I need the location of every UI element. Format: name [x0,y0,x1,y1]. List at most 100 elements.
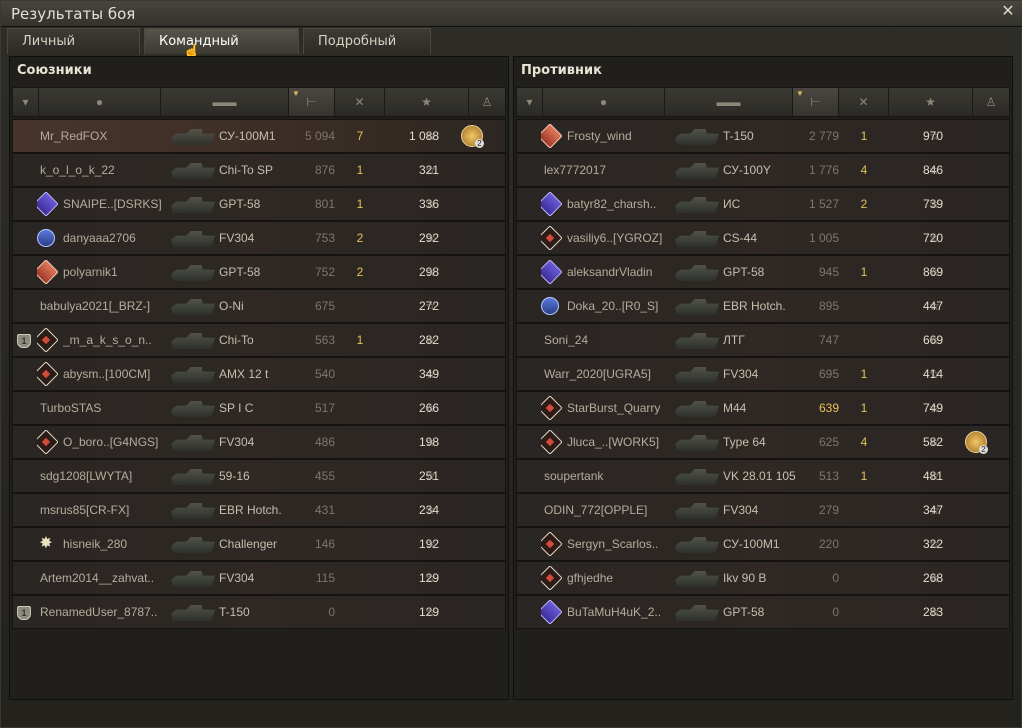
tank-icon [171,460,219,492]
star-icon: ☆ [425,299,436,313]
player-row[interactable]: msrus85[CR-FX] EBR Hotch. 431 234 ☆ [12,493,506,527]
player-row[interactable]: Doka_20..[R0_S] EBR Hotch. 895 447 ☆ [516,289,1010,323]
medal-cell [461,392,487,424]
kills-value [343,358,377,390]
medal-cell [965,290,991,322]
rank-icon [541,259,563,285]
star-icon: ☆ [929,571,940,585]
tank-icon [675,426,723,458]
kills-column-icon[interactable]: ✕ [335,88,385,116]
player-name: Warr_2020[UGRA5] [544,367,651,381]
player-row[interactable]: sdg1208[LWYTA] 59-16 455 251 ☆ [12,459,506,493]
score-column-icon[interactable]: ★ [385,88,469,116]
medal-cell [461,188,487,220]
tank-column-icon[interactable]: ▬▬ [665,88,793,116]
player-row[interactable]: 1 RenamedUser_8787.. T-150 0 129 ☆ [12,595,506,629]
star-icon: ☆ [425,503,436,517]
medal-icon[interactable] [965,431,988,454]
player-name: abysm..[100CM] [63,367,151,381]
tank-icon [675,358,723,390]
xp-column-icon[interactable]: ▼ ⊢ [793,88,839,116]
player-row[interactable]: lex7772017 СУ-100Y 1 776 4 846 ☆ [516,153,1010,187]
player-row[interactable]: TurboSTAS SP I C 517 266 ☆ [12,391,506,425]
player-row[interactable]: gfhjedhe Ikv 90 B 0 268 ☆ [516,561,1010,595]
platoon-cell [17,120,37,152]
rank-cell [541,528,563,560]
xp-value: 675 [314,299,335,313]
kills-column-icon[interactable]: ✕ [839,88,889,116]
xp-value: 115 [315,571,335,585]
player-row[interactable]: vasiliy6..[YGROZ] CS-44 1 005 720 ☆ [516,221,1010,255]
player-name: Doka_20..[R0_S] [567,299,659,313]
medal-cell [461,596,487,628]
allies-title: Союзники [17,63,92,78]
title-bar: Результаты боя ✕ [1,1,1022,27]
star-icon: ☆ [425,469,436,483]
battle-results-window: Результаты боя ✕ Личный результат Команд… [0,0,1022,728]
platoon-cell [521,426,541,458]
player-row[interactable]: BuTaMuH4uK_2.. GPT-58 0 283 ☆ [516,595,1010,629]
medal-cell [965,188,991,220]
rank-icon [37,191,59,217]
player-row[interactable]: Mr_RedFOX СУ-100М1 5 094 7 1 088 ☆ [12,119,506,153]
star-icon: ☆ [425,129,436,143]
player-row[interactable]: Frosty_wind T-150 2 779 1 970 ☆ [516,119,1010,153]
xp-value: 220 [818,537,839,551]
close-icon[interactable]: ✕ [999,3,1017,21]
player-row[interactable]: aleksandrVladin GPT-58 945 1 869 ☆ [516,255,1010,289]
xp-value: 752 [314,265,335,279]
tank-icon [675,528,723,560]
player-row[interactable]: 1 _m_a_k_s_o_n.. Chi-To 563 1 282 ☆ [12,323,506,357]
player-row[interactable]: soupertank VK 28.01 105 513 1 481 ☆ [516,459,1010,493]
player-row[interactable]: SNAIPE..[DSRKS] GPT-58 801 1 336 ☆ [12,187,506,221]
xp-column-icon[interactable]: ▼ ⊢ [289,88,335,116]
player-row[interactable]: danyaaa2706 FV304 753 2 292 ☆ [12,221,506,255]
medal-cell [965,562,991,594]
player-row[interactable]: Soni_24 ЛТГ 747 669 ☆ [516,323,1010,357]
platoon-column-icon[interactable]: ▾ [517,88,543,116]
player-row[interactable]: Warr_2020[UGRA5] FV304 695 1 414 ☆ [516,357,1010,391]
kills-value: 4 [860,163,868,177]
player-row[interactable]: ODIN_772[OPPLE] FV304 279 347 ☆ [516,493,1010,527]
player-row[interactable]: Artem2014__zahvat.. FV304 115 129 ☆ [12,561,506,595]
player-row[interactable]: ✸ hisneik_280 Challenger 146 192 ☆ [12,527,506,561]
player-row[interactable]: Jluca_..[WORK5] Type 64 625 4 582 ☆ [516,425,1010,459]
rank-icon [37,229,55,247]
kills-value [847,290,881,322]
score-column-icon[interactable]: ★ [889,88,973,116]
rank-icon [541,531,563,557]
player-name: soupertank [544,469,604,483]
tank-icon [171,290,219,322]
tab-personal-result[interactable]: Личный результат [7,28,140,75]
medal-column-icon[interactable]: ♙ [469,88,505,116]
player-row[interactable]: StarBurst_Quarry M44 639 1 749 ☆ [516,391,1010,425]
player-name: sdg1208[LWYTA] [40,469,133,483]
tab-detailed-report[interactable]: Подробный отчёт [303,28,431,75]
tank-column-icon[interactable]: ▬▬ [161,88,289,116]
kills-value: 7 [356,129,364,143]
kills-value [847,324,881,356]
star-icon: ☆ [929,537,940,551]
player-name: msrus85[CR-FX] [40,503,130,517]
player-row[interactable]: babulya2021[_BRZ-] O-Ni 675 272 ☆ [12,289,506,323]
player-column-icon[interactable]: ● [39,88,161,116]
player-row[interactable]: O_boro..[G4NGS] FV304 486 198 ☆ [12,425,506,459]
player-row[interactable]: abysm..[100CM] AMX 12 t 540 349 ☆ [12,357,506,391]
platoon-cell [17,358,37,390]
player-column-icon[interactable]: ● [543,88,665,116]
tank-icon [675,222,723,254]
player-row[interactable]: polyarnik1 GPT-58 752 2 298 ☆ [12,255,506,289]
medal-cell [461,460,487,492]
tank-icon [675,290,723,322]
rank-cell [541,120,563,152]
tab-team-result[interactable]: Командный результат [144,28,299,75]
star-icon: ☆ [929,367,940,381]
player-row[interactable]: Sergyn_Scarlos.. СУ-100М1 220 322 ☆ [516,527,1010,561]
platoon-column-icon[interactable]: ▾ [13,88,39,116]
player-row[interactable]: batyr82_charsh.. ИС 1 527 2 739 ☆ [516,187,1010,221]
medal-column-icon[interactable]: ♙ [973,88,1009,116]
platoon-cell: 1 [17,324,37,356]
player-row[interactable]: k_o_l_o_k_22 Chi-To SP 876 1 321 ☆ [12,153,506,187]
xp-value: 0 [832,605,839,619]
medal-icon[interactable] [461,125,484,148]
